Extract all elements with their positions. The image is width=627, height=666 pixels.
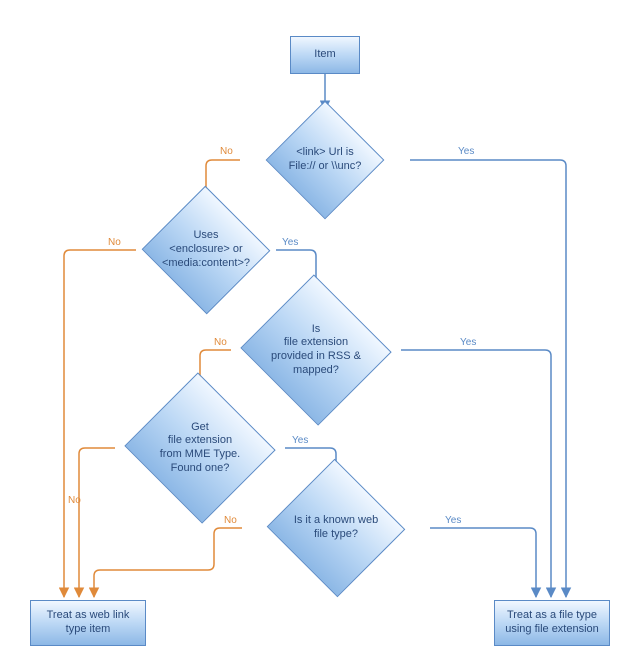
edge-label-yes: Yes xyxy=(282,237,298,248)
node-decision-known-web-type: Is it a known webfile type? xyxy=(242,480,430,576)
node-label: Treat as a file typeusing file extension xyxy=(505,609,599,637)
node-label: Treat as web linktype item xyxy=(47,609,130,637)
node-label: Uses<enclosure> or<media:content>? xyxy=(106,195,306,305)
edge-label-yes: Yes xyxy=(458,146,474,157)
edge-label-yes: Yes xyxy=(445,515,461,526)
edge-label-no: No xyxy=(214,337,227,348)
edge-label-yes: Yes xyxy=(460,337,476,348)
node-decision-enclosure: Uses<enclosure> or<media:content>? xyxy=(136,195,276,305)
edge-label-no: No xyxy=(108,237,121,248)
node-process-item: Item xyxy=(290,36,360,74)
node-label: Item xyxy=(314,48,335,62)
flowchart: { "chart_data": { "type": "flowchart", "… xyxy=(0,0,627,666)
edge-label-no: No xyxy=(68,495,81,506)
edge-label-no: No xyxy=(220,146,233,157)
edge-label-yes: Yes xyxy=(292,435,308,446)
node-process-out-file: Treat as a file typeusing file extension xyxy=(494,600,610,646)
edge-label-no: No xyxy=(224,515,237,526)
node-label: Is it a known webfile type? xyxy=(212,480,460,576)
node-process-out-web: Treat as web linktype item xyxy=(30,600,146,646)
